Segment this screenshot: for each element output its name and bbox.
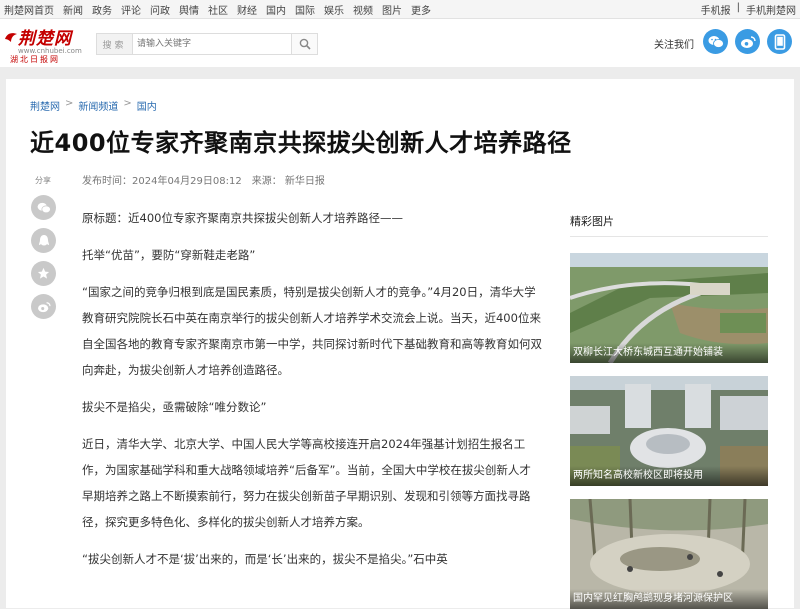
article-paragraph: 托举“优苗”，要防“穿新鞋走老路” [82, 248, 256, 262]
article-source: 来源： 新华日报 [251, 176, 325, 187]
featured-picture[interactable]: 两所知名高校新校区即将投用 [570, 376, 768, 486]
top-nav: 荆楚网首页 新闻 政务 评论 问政 舆情 社区 财经 国内 国际 娱乐 视频 图… [0, 0, 800, 19]
publish-time: 发布时间：2024年04月29日08:12 [82, 176, 242, 187]
top-nav-links: 荆楚网首页 新闻 政务 评论 问政 舆情 社区 财经 国内 国际 娱乐 视频 图… [4, 2, 431, 17]
nav-opinion[interactable]: 舆情 [179, 2, 199, 17]
nav-community[interactable]: 社区 [208, 2, 228, 17]
breadcrumb-separator: > [65, 98, 74, 109]
nav-separator: | [736, 1, 740, 13]
comment-icon [37, 202, 51, 213]
article-paragraph: 近日，清华大学、北京大学、中国人民大学等高校接连开启2024年强基计划招生报名工… [82, 437, 531, 529]
nav-news[interactable]: 新闻 [63, 2, 83, 17]
share-weibo-button[interactable] [31, 294, 56, 319]
breadcrumb: 荆楚网 > 新闻频道 > 国内 [30, 98, 157, 113]
breadcrumb-news[interactable]: 新闻频道 [78, 98, 118, 113]
mobile-app-button[interactable] [767, 29, 792, 54]
breadcrumb-separator: > [123, 98, 132, 109]
mobile-icon [774, 33, 785, 50]
nav-domestic[interactable]: 国内 [266, 2, 286, 17]
share-favorite-button[interactable] [31, 261, 56, 286]
article-title: 近400位专家齐聚南京共探拔尖创新人才培养路径 [30, 129, 572, 157]
weibo-button[interactable] [735, 29, 760, 54]
logo-subtitle: 湖北日报网 [10, 55, 60, 64]
qq-icon [38, 234, 49, 245]
wechat-icon [708, 35, 724, 48]
weibo-icon [37, 301, 51, 312]
logo-brand-text: 荆楚网 [18, 29, 72, 49]
nav-international[interactable]: 国际 [295, 2, 315, 17]
weibo-icon [740, 35, 756, 48]
mobile-news-link[interactable]: 手机报 [701, 2, 731, 17]
nav-finance[interactable]: 财经 [237, 2, 257, 17]
nav-entertainment[interactable]: 娱乐 [324, 2, 344, 17]
nav-ask-gov[interactable]: 问政 [150, 2, 170, 17]
top-nav-right: 手机报 | 手机荆楚网 [701, 2, 796, 17]
featured-picture-caption: 两所知名高校新校区即将投用 [570, 466, 768, 486]
wechat-button[interactable] [703, 29, 728, 54]
featured-picture[interactable]: 双柳长江大桥东城西互通开始铺装 [570, 253, 768, 363]
search-input[interactable] [132, 33, 292, 55]
search-icon [299, 38, 311, 50]
search-bar: 搜索 [96, 33, 318, 55]
article-page: 荆楚网 > 新闻频道 > 国内 近400位专家齐聚南京共探拔尖创新人才培养路径 … [6, 79, 794, 609]
featured-pictures-title: 精彩图片 [570, 213, 768, 237]
article-paragraph: “拔尖创新人才不是‘拔’出来的，而是‘长’出来的，拔尖不是掐尖。”石中英 [82, 552, 448, 566]
featured-picture-caption: 双柳长江大桥东城西互通开始铺装 [570, 343, 768, 363]
site-logo[interactable]: 荆楚网 www.cnhubei.com 湖北日报网 [4, 24, 82, 64]
star-icon [37, 267, 50, 279]
search-label: 搜索 [96, 33, 132, 55]
nav-video[interactable]: 视频 [353, 2, 373, 17]
logo-mark-icon [5, 32, 17, 42]
share-qq-button[interactable] [31, 228, 56, 253]
share-wechat-button[interactable] [31, 195, 56, 220]
nav-gov[interactable]: 政务 [92, 2, 112, 17]
follow-us-label: 关注我们 [654, 40, 694, 51]
article-meta: 发布时间：2024年04月29日08:12 来源： 新华日报 [82, 172, 325, 187]
article-body: 原标题：近400位专家齐聚南京共探拔尖创新人才培养路径—— 托举“优苗”，要防“… [82, 205, 542, 583]
search-button[interactable] [292, 33, 318, 55]
article-paragraph: 拔尖不是掐尖，亟需破除“唯分数论” [82, 400, 267, 414]
mobile-site-link[interactable]: 手机荆楚网 [746, 2, 796, 17]
featured-pictures: 精彩图片 双柳长江大桥东城西互通开始铺装 两所知名高校新校区即将投用 国内罕见红… [570, 213, 768, 609]
share-label: 分享 [35, 176, 51, 185]
article-paragraph: “国家之间的竞争归根到底是国民素质，特别是拔尖创新人才的竞争。”4月20日，清华… [82, 285, 542, 377]
breadcrumb-domestic[interactable]: 国内 [137, 98, 157, 113]
nav-comment[interactable]: 评论 [121, 2, 141, 17]
breadcrumb-home[interactable]: 荆楚网 [30, 98, 60, 113]
nav-pictures[interactable]: 图片 [382, 2, 402, 17]
nav-more[interactable]: 更多 [411, 2, 431, 17]
site-header: 荆楚网 www.cnhubei.com 湖北日报网 搜索 关注我们 [0, 19, 800, 67]
nav-home[interactable]: 荆楚网首页 [4, 2, 54, 17]
featured-picture[interactable]: 国内罕见红胸鸬鹚现身堵河源保护区 [570, 499, 768, 609]
article-paragraph: 原标题：近400位专家齐聚南京共探拔尖创新人才培养路径—— [82, 211, 403, 225]
featured-picture-caption: 国内罕见红胸鸬鹚现身堵河源保护区 [570, 589, 768, 609]
